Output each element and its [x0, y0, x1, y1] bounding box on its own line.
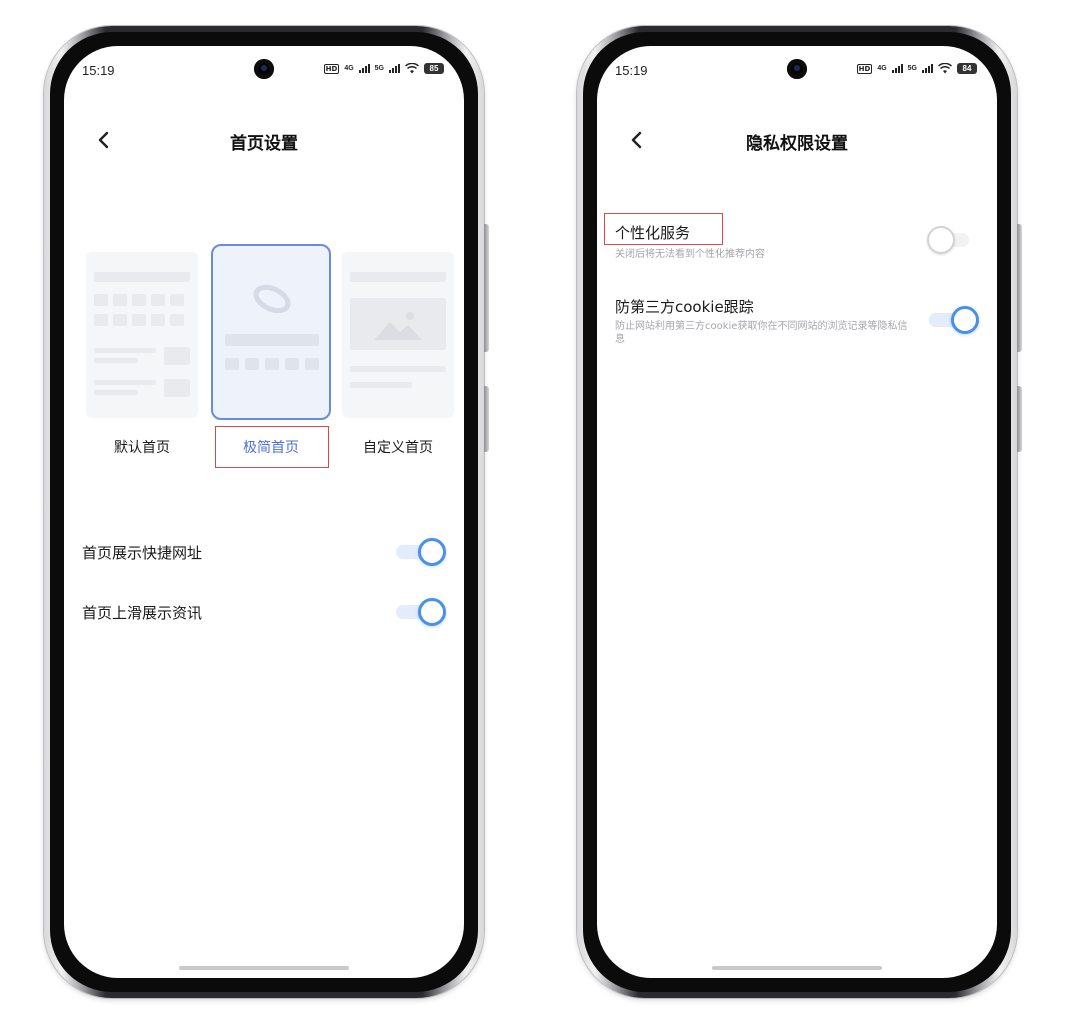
setting-row-news-feed: 首页上滑展示资讯 [82, 592, 446, 632]
front-camera [254, 59, 274, 79]
signal-bars-icon [891, 64, 903, 73]
power-button [484, 386, 489, 452]
setting-label: 首页展示快捷网址 [82, 544, 203, 562]
status-time: 15:19 [615, 63, 648, 78]
default-homepage-label[interactable]: 默认首页 [82, 437, 202, 457]
phone-right: 15:19 HD 4G 5G 84 隐私权限设置 个性化服务 关闭后将无法看到个… [577, 26, 1022, 998]
personalization-toggle[interactable] [927, 226, 979, 254]
page-title: 隐私权限设置 [746, 134, 848, 154]
highlight-box [215, 426, 329, 468]
home-indicator[interactable] [179, 966, 349, 970]
signal-5g-label: 5G [907, 65, 917, 72]
signal-4g-label: 4G [344, 65, 354, 72]
signal-bars-icon [389, 64, 400, 73]
privacy-settings-screen: 15:19 HD 4G 5G 84 隐私权限设置 个性化服务 关闭后将无法看到个… [597, 46, 997, 978]
wifi-icon [405, 63, 419, 74]
power-button [1017, 386, 1022, 452]
image-placeholder-icon [374, 312, 422, 340]
setting-description: 防止网站利用第三方cookie获取你在不同网站的浏览记录等隐私信息 [615, 321, 908, 345]
volume-button [484, 224, 489, 352]
title-bar: 隐私权限设置 [597, 126, 997, 156]
browser-logo-icon [253, 284, 291, 314]
signal-5g-label: 5G [374, 65, 384, 72]
setting-description: 关闭后将无法看到个性化推荐内容 [615, 249, 765, 260]
volume-button [1017, 224, 1022, 352]
homepage-settings-screen: 15:19 HD 4G 5G 85 首页设置 默认首页 极简首页 自定义首页 首… [64, 46, 464, 978]
setting-title: 防第三方cookie跟踪 [615, 298, 754, 316]
custom-homepage-card[interactable] [342, 252, 454, 418]
highlight-box [604, 213, 723, 245]
battery-icon: 84 [957, 63, 977, 74]
status-icons: HD 4G 5G 84 [856, 63, 977, 74]
setting-label: 首页上滑展示资讯 [82, 604, 203, 622]
bezel: 15:19 HD 4G 5G 85 首页设置 默认首页 极简首页 自定义首页 首… [50, 32, 478, 992]
hd-icon: HD [856, 63, 873, 74]
hd-icon: HD [323, 63, 340, 74]
signal-4g-label: 4G [877, 65, 887, 72]
phone-left: 15:19 HD 4G 5G 85 首页设置 默认首页 极简首页 自定义首页 首… [44, 26, 489, 998]
signal-bars-icon [922, 64, 933, 73]
status-bar: 15:19 HD 4G 5G 85 [64, 46, 464, 94]
wifi-icon [938, 63, 952, 74]
news-feed-toggle[interactable] [396, 598, 446, 626]
signal-bars-icon [358, 64, 370, 73]
setting-row-cookie-tracking: 防第三方cookie跟踪 防止网站利用第三方cookie获取你在不同网站的浏览记… [615, 296, 979, 356]
minimal-homepage-card[interactable] [211, 244, 331, 420]
homepage-options: 默认首页 极简首页 自定义首页 [64, 244, 464, 504]
status-bar: 15:19 HD 4G 5G 84 [597, 46, 997, 94]
battery-icon: 85 [424, 63, 444, 74]
default-homepage-card[interactable] [86, 252, 198, 418]
cookie-tracking-toggle[interactable] [929, 306, 979, 334]
home-indicator[interactable] [712, 966, 882, 970]
bezel: 15:19 HD 4G 5G 84 隐私权限设置 个性化服务 关闭后将无法看到个… [583, 32, 1011, 992]
front-camera [787, 59, 807, 79]
custom-homepage-label[interactable]: 自定义首页 [338, 437, 458, 457]
status-icons: HD 4G 5G 85 [323, 63, 444, 74]
status-time: 15:19 [82, 63, 115, 78]
page-title: 首页设置 [230, 134, 298, 154]
shortcuts-toggle[interactable] [396, 538, 446, 566]
setting-row-shortcuts: 首页展示快捷网址 [82, 532, 446, 572]
title-bar: 首页设置 [64, 126, 464, 156]
